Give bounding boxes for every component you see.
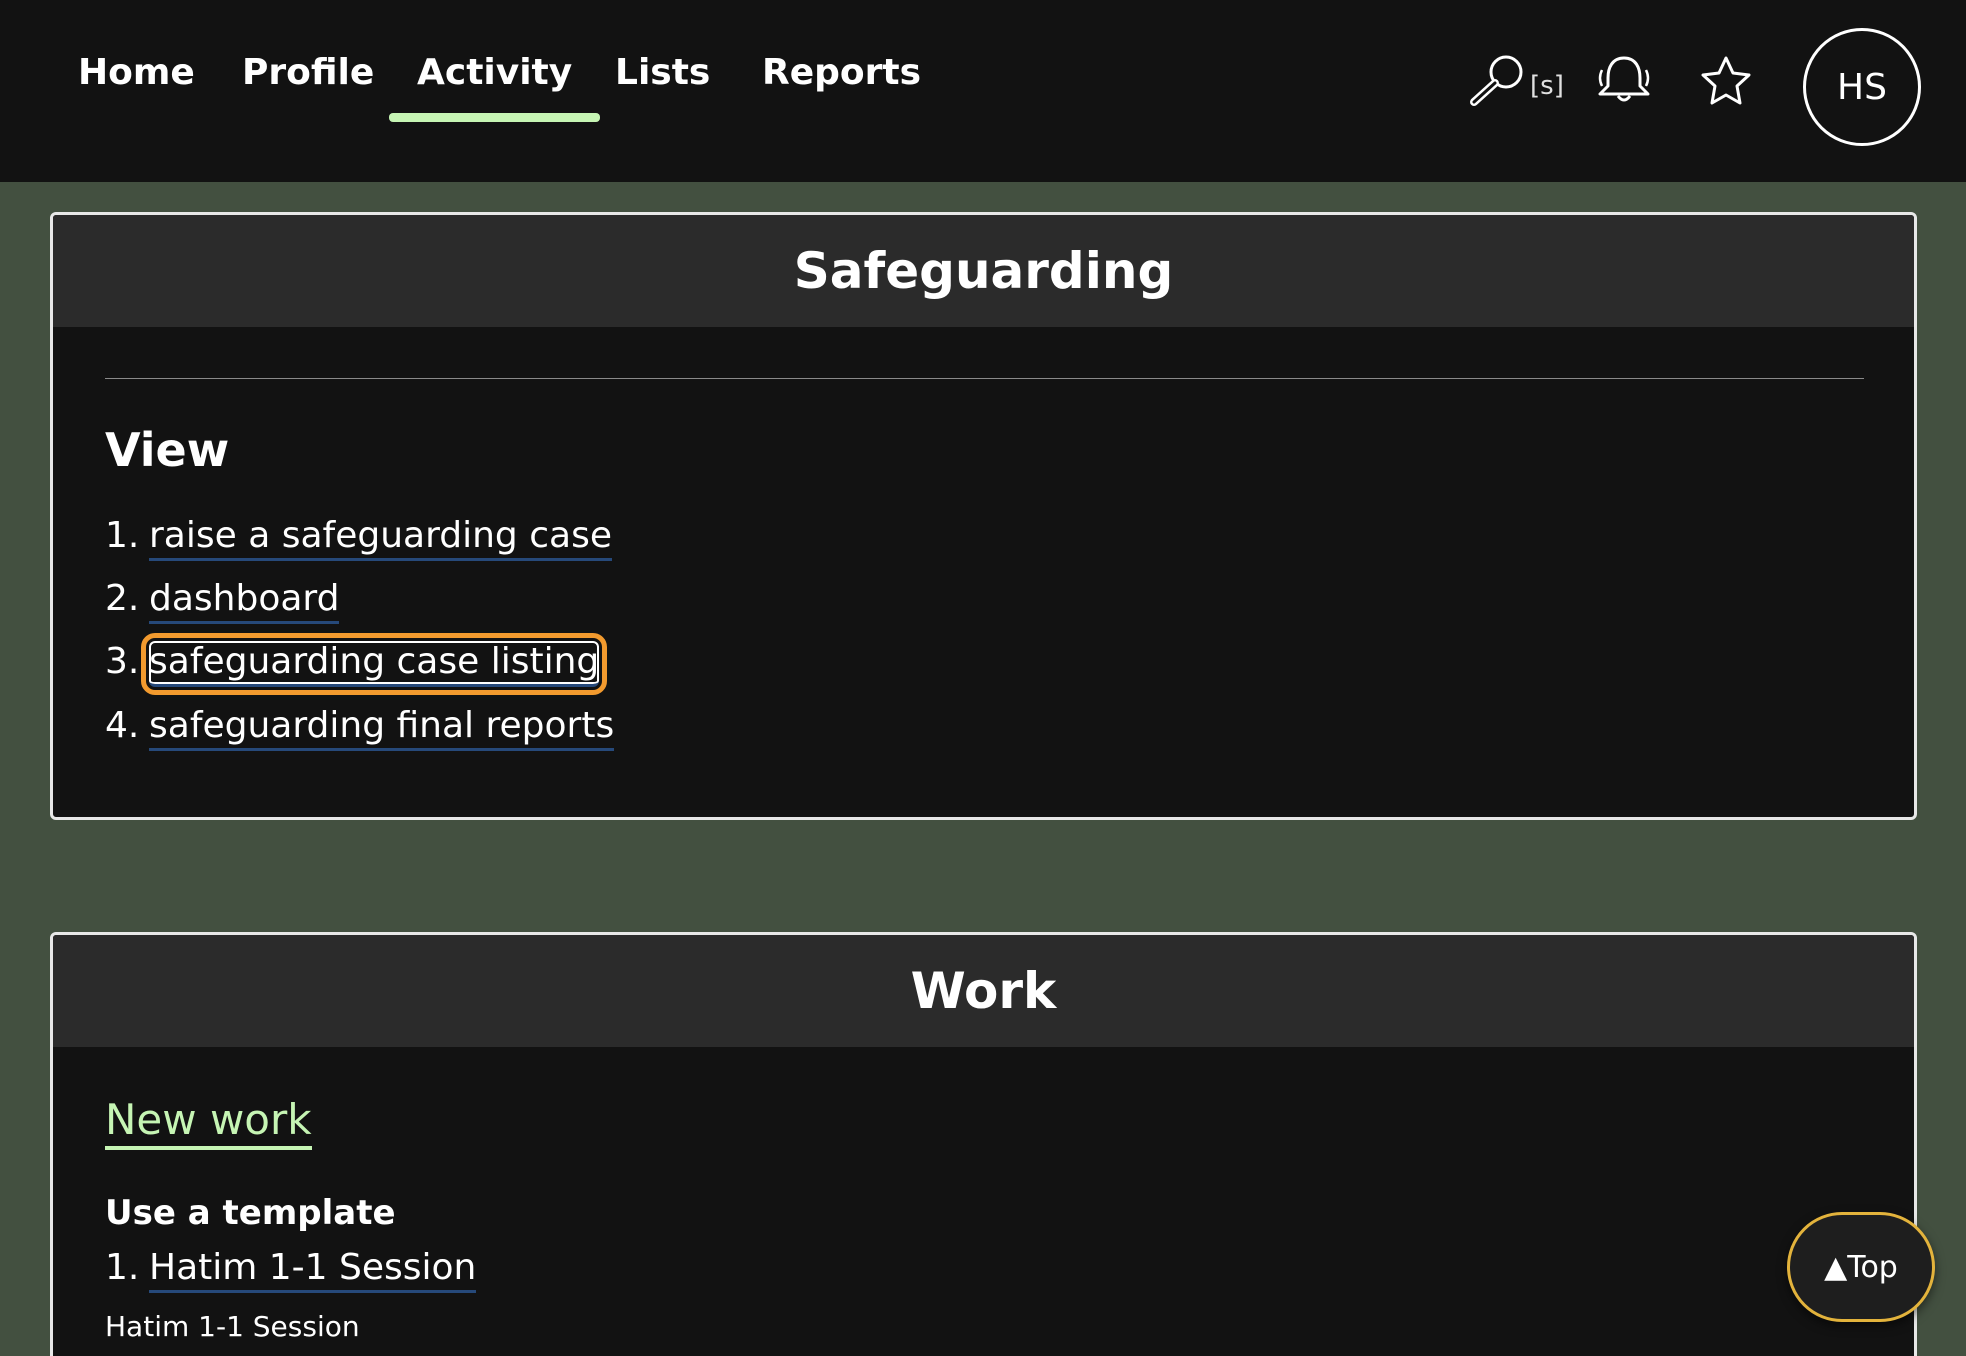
list-item: 2. dashboard <box>105 578 340 628</box>
raise-safeguarding-case-link[interactable]: raise a safeguarding case <box>149 515 612 561</box>
back-to-top-button[interactable]: ▲Top <box>1787 1212 1935 1322</box>
page: Home Profile Activity Lists Reports [s] <box>0 0 1966 1356</box>
new-work-link[interactable]: New work <box>105 1095 312 1150</box>
safeguarding-title: Safeguarding <box>53 215 1914 327</box>
tab-activity[interactable]: Activity <box>388 52 601 122</box>
list-number: 1. <box>105 1247 140 1288</box>
list-item: 1. raise a safeguarding case <box>105 515 612 565</box>
list-number: 1. <box>105 515 140 556</box>
safeguarding-card: Safeguarding View 1. raise a safeguarding… <box>50 212 1917 820</box>
use-template-heading: Use a template <box>105 1193 396 1233</box>
search-shortcut-hint: [s] <box>1530 71 1564 101</box>
list-item: 1. Hatim 1-1 Session <box>105 1247 477 1297</box>
list-number: 2. <box>105 578 140 619</box>
list-item: 4. safeguarding final reports <box>105 705 615 755</box>
list-number: 3. <box>105 641 140 682</box>
star-icon[interactable] <box>1698 54 1754 108</box>
tab-home[interactable]: Home <box>78 52 195 102</box>
template-hatim-session-link[interactable]: Hatim 1-1 Session <box>149 1247 477 1293</box>
view-heading: View <box>105 423 230 477</box>
list-item: 3. safeguarding case listing <box>105 633 608 695</box>
safeguarding-case-listing-link[interactable]: safeguarding case listing <box>140 633 608 695</box>
dashboard-link[interactable]: dashboard <box>149 578 340 624</box>
template-description: Hatim 1-1 Session <box>105 1310 360 1343</box>
divider <box>105 378 1864 379</box>
tab-lists[interactable]: Lists <box>615 52 710 102</box>
tab-profile[interactable]: Profile <box>242 52 374 102</box>
work-title: Work <box>53 935 1914 1047</box>
safeguarding-final-reports-link[interactable]: safeguarding final reports <box>149 705 615 751</box>
bell-icon[interactable] <box>1594 54 1654 106</box>
list-number: 4. <box>105 705 140 746</box>
tab-reports[interactable]: Reports <box>762 52 921 102</box>
avatar[interactable]: HS <box>1803 28 1921 146</box>
top-nav-bar: Home Profile Activity Lists Reports [s] <box>0 0 1966 182</box>
search-icon[interactable] <box>1466 52 1528 108</box>
work-card: Work New work Use a template 1. Hatim 1-1… <box>50 932 1917 1356</box>
